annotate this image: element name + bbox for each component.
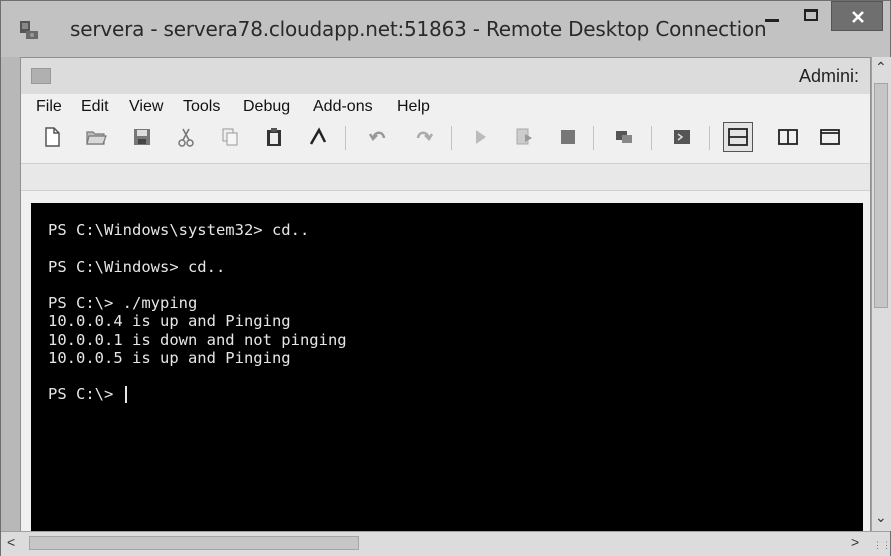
scroll-up-icon[interactable]: ⌃: [875, 59, 887, 76]
ise-title-bar[interactable]: Admini:: [21, 58, 870, 94]
scroll-down-icon[interactable]: ⌄: [875, 509, 887, 526]
vertical-scrollbar[interactable]: ⌃ ⌄: [871, 57, 891, 531]
menu-bar: File Edit View Tools Debug Add-ons Help: [21, 96, 870, 118]
toolbar: [21, 118, 870, 158]
remote-desktop-window: servera - servera78.cloudapp.net:51863 -…: [0, 0, 891, 556]
clear-icon[interactable]: [305, 124, 331, 150]
toolbar-separator: [709, 126, 710, 150]
close-button[interactable]: [831, 1, 883, 31]
remote-powershell-icon[interactable]: [611, 124, 637, 150]
vertical-scroll-thumb[interactable]: [874, 83, 888, 308]
console-line: PS C:\Windows\system32> cd..: [48, 221, 310, 239]
powershell-ise: Admini: File Edit View Tools Debug Add-o…: [20, 57, 871, 547]
ise-title: Admini:: [799, 66, 860, 86]
layout-max-icon[interactable]: [817, 124, 843, 150]
console-line: PS C:\> ./myping: [48, 294, 198, 312]
layout-top-icon[interactable]: [723, 122, 753, 152]
ise-app-icon: [31, 68, 51, 84]
minimize-button[interactable]: [753, 1, 789, 31]
console-prompt-text: PS C:\>: [48, 385, 123, 403]
toolbar-separator: [345, 126, 346, 150]
layout-right-icon[interactable]: [775, 124, 801, 150]
resize-grip-icon[interactable]: ⋮⋮: [873, 540, 891, 551]
remote-desktop-icon: [20, 21, 38, 39]
menu-tools[interactable]: Tools: [183, 98, 220, 116]
menu-view[interactable]: View: [129, 98, 163, 116]
close-icon: [852, 11, 864, 23]
window-title: servera - servera78.cloudapp.net:51863 -…: [70, 17, 767, 41]
toolbar-separator: [451, 126, 452, 150]
console-line: 10.0.0.4 is up and Pinging: [48, 312, 291, 330]
paste-icon[interactable]: [261, 124, 287, 150]
menu-file[interactable]: File: [36, 98, 62, 116]
console-line: PS C:\Windows> cd..: [48, 258, 226, 276]
scroll-left-icon[interactable]: <: [7, 534, 15, 550]
text-cursor: [124, 386, 127, 403]
new-file-icon[interactable]: [39, 124, 65, 150]
redo-icon[interactable]: [411, 124, 437, 150]
console-line: 10.0.0.1 is down and not pinging: [48, 331, 347, 349]
toolbar-separator: [651, 126, 652, 150]
maximize-icon: [804, 9, 818, 21]
horizontal-scroll-thumb[interactable]: [29, 536, 359, 550]
scroll-right-icon[interactable]: >: [851, 534, 859, 550]
toolbar-separator: [593, 126, 594, 150]
tab-strip: [21, 163, 870, 191]
undo-icon[interactable]: [365, 124, 391, 150]
menu-add-ons[interactable]: Add-ons: [313, 98, 373, 116]
console-line: 10.0.0.5 is up and Pinging: [48, 349, 291, 367]
console-pane[interactable]: PS C:\Windows\system32> cd.. PS C:\Windo…: [31, 203, 863, 543]
open-folder-icon[interactable]: [83, 124, 109, 150]
copy-icon[interactable]: [217, 124, 243, 150]
powershell-icon[interactable]: [669, 124, 695, 150]
stop-icon[interactable]: [555, 124, 581, 150]
menu-edit[interactable]: Edit: [81, 98, 109, 116]
cut-icon[interactable]: [173, 124, 199, 150]
title-bar[interactable]: servera - servera78.cloudapp.net:51863 -…: [1, 1, 890, 57]
save-icon[interactable]: [129, 124, 155, 150]
run-icon[interactable]: [467, 124, 493, 150]
minimize-icon: [765, 19, 779, 22]
menu-help[interactable]: Help: [397, 98, 430, 116]
run-selection-icon[interactable]: [511, 124, 537, 150]
horizontal-scrollbar[interactable]: < > ⋮⋮: [1, 531, 891, 556]
menu-debug[interactable]: Debug: [243, 98, 290, 116]
maximize-button[interactable]: [793, 1, 829, 31]
console-prompt[interactable]: PS C:\>: [48, 385, 127, 403]
